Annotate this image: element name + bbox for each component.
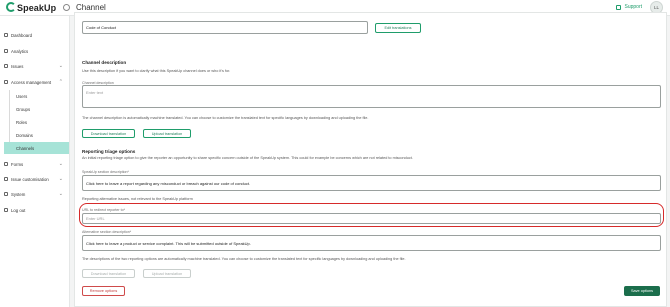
- triage-title: Reporting triage options: [82, 149, 136, 154]
- sidebar-item-label: Issue customisation: [11, 176, 49, 182]
- sidebar-item-label: Issues: [11, 63, 24, 69]
- sidebar-item-label: Dashboard: [11, 32, 33, 38]
- save-options-button[interactable]: Save options: [624, 286, 660, 296]
- download-translation-button-triage[interactable]: Download translation: [82, 269, 135, 278]
- upload-translation-button-triage[interactable]: Upload translation: [143, 269, 191, 278]
- gear-icon[interactable]: [63, 4, 70, 11]
- upload-translation-button[interactable]: Upload translation: [143, 129, 191, 138]
- chevron-up-icon: ⌃: [58, 79, 63, 85]
- sidebar-item-label: Analytics: [11, 48, 29, 54]
- sidebar-item-channels[interactable]: Channels: [4, 142, 69, 154]
- chevron-down-icon: ⌄: [58, 176, 63, 182]
- support-icon: [616, 4, 622, 10]
- alternative-description-label: Alternative section description*: [82, 230, 132, 234]
- chevron-down-icon: ⌄: [58, 191, 63, 197]
- logo[interactable]: SpeakUp: [5, 2, 56, 13]
- url-field-highlight: [79, 203, 664, 227]
- chevron-down-icon: ⌄: [58, 63, 63, 69]
- download-translation-button[interactable]: Download translation: [82, 129, 135, 138]
- forms-icon: [4, 162, 8, 166]
- sidebar-item-label: System: [11, 191, 26, 197]
- channel-description-note: The channel description is automatically…: [82, 116, 369, 120]
- sidebar-item-groups[interactable]: Groups: [4, 103, 69, 115]
- logout-icon: [4, 208, 8, 212]
- access-icon: [4, 80, 8, 84]
- speakup-section-label: SpeakUp section description*: [82, 170, 129, 174]
- sidebar-item-users[interactable]: Users: [4, 90, 69, 102]
- triage-note: The descriptions of the two reporting op…: [82, 257, 406, 261]
- alternative-issues-label: Reporting alternative issues, not releva…: [82, 197, 193, 201]
- analytics-icon: [4, 49, 8, 53]
- sidebar-item-issue-customisation[interactable]: Issue customisation ⌄: [0, 173, 69, 185]
- speakup-section-input[interactable]: Click here to leave a report regarding a…: [82, 175, 661, 191]
- sidebar-item-system[interactable]: System ⌄: [0, 188, 69, 200]
- sidebar-item-label: Log out: [11, 207, 26, 213]
- edit-translations-button[interactable]: Edit translations: [375, 23, 421, 33]
- sidebar-item-roles[interactable]: Roles: [4, 116, 69, 128]
- page-title: Channel: [76, 3, 106, 12]
- channel-name-input[interactable]: Code of Conduct: [82, 21, 368, 34]
- sidebar: Dashboard Analytics Issues ⌄ Access mana…: [0, 16, 70, 307]
- alternative-description-input[interactable]: Click here to leave a product or service…: [82, 235, 661, 251]
- remove-options-button[interactable]: Remove options: [82, 286, 125, 296]
- issues-icon: [4, 64, 8, 68]
- sidebar-item-forms[interactable]: Forms ⌄: [0, 158, 69, 170]
- sidebar-item-label: Access management: [11, 79, 52, 85]
- support-label: Support: [624, 4, 642, 10]
- channel-description-textarea[interactable]: Enter text: [82, 85, 661, 108]
- speakup-logo-icon: [5, 2, 16, 13]
- channel-description-help: Use this description if you want to clar…: [82, 69, 231, 73]
- sidebar-item-access-management[interactable]: Access management ⌃: [0, 76, 69, 88]
- sidebar-item-analytics[interactable]: Analytics: [0, 45, 69, 57]
- support-link[interactable]: Support: [616, 4, 642, 10]
- sidebar-item-dashboard[interactable]: Dashboard: [0, 29, 69, 41]
- channel-form-card: Code of Conduct Edit translations Channe…: [74, 12, 667, 307]
- sidebar-item-logout[interactable]: Log out: [0, 204, 69, 216]
- sidebar-item-issues[interactable]: Issues ⌄: [0, 60, 69, 72]
- brand-name: SpeakUp: [17, 2, 57, 13]
- sidebar-item-domains[interactable]: Domains: [4, 129, 69, 141]
- triage-help: An initial reporting triage option to gi…: [82, 156, 413, 160]
- dashboard-icon: [4, 33, 8, 37]
- channel-description-title: Channel description: [82, 60, 127, 65]
- chevron-down-icon: ⌄: [58, 161, 63, 167]
- sidebar-item-label: Forms: [11, 161, 24, 167]
- customisation-icon: [4, 177, 8, 181]
- system-icon: [4, 192, 8, 196]
